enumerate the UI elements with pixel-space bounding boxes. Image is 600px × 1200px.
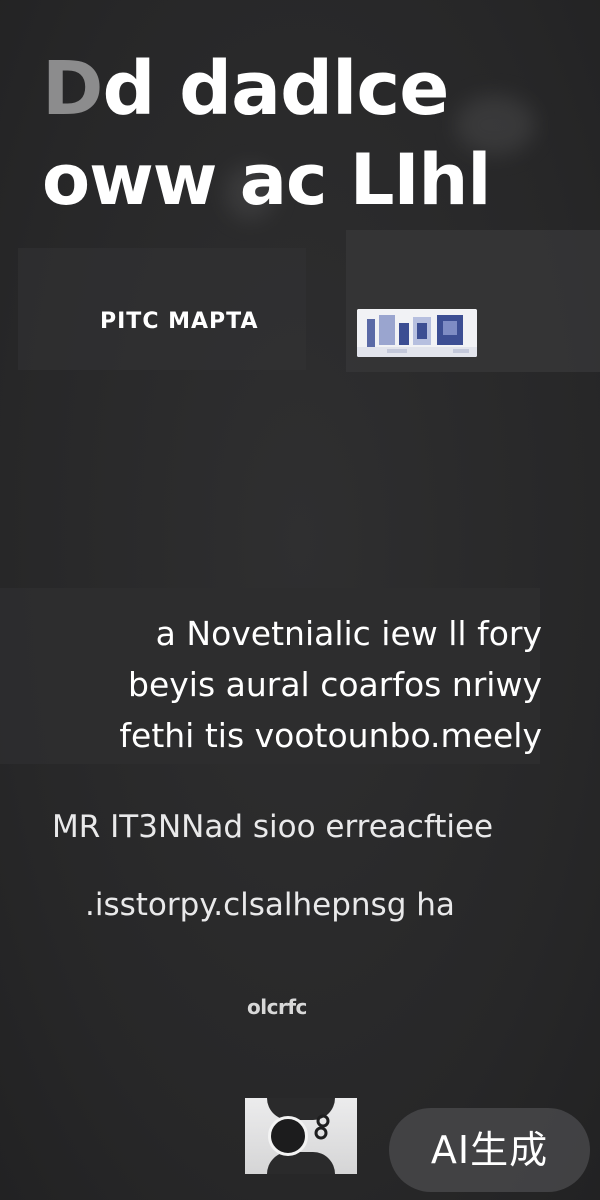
thumbnail-notch [267,1152,335,1174]
body-line: fethi tis vootounbo.meely [119,716,542,755]
sub-text-line-1: MR IT3NNad sioo erreacftiee [52,809,494,845]
body-line: beyis aural coarfos nriwy [128,665,542,704]
headline-lead-letter: D [42,46,103,132]
thumbnail-graphic [357,309,477,357]
body-paragraph: a Novetnialic iew ll fory beyis aural co… [119,608,542,761]
headline-line-1: Dd dadlce [42,52,449,126]
headline-line-1-text: d dadlce [102,46,449,132]
sub-text-line-2: .isstorpy.clsalhepnsg ha [85,887,455,923]
small-logo: olcrfc [247,995,307,1019]
headline-line-2: oww ac LIhl [42,139,491,221]
play-circle-icon[interactable] [268,1116,308,1156]
poster-page: Dd dadlce oww ac LIhl PITC MAPTA a Novet… [0,0,600,1200]
tagline: PITC MAPTA [100,309,259,334]
camera-icon [314,1114,330,1140]
preview-thumbnail[interactable] [357,309,477,357]
ai-generated-badge: AI生成 [389,1108,590,1192]
body-line: a Novetnialic iew ll fory [155,614,542,653]
